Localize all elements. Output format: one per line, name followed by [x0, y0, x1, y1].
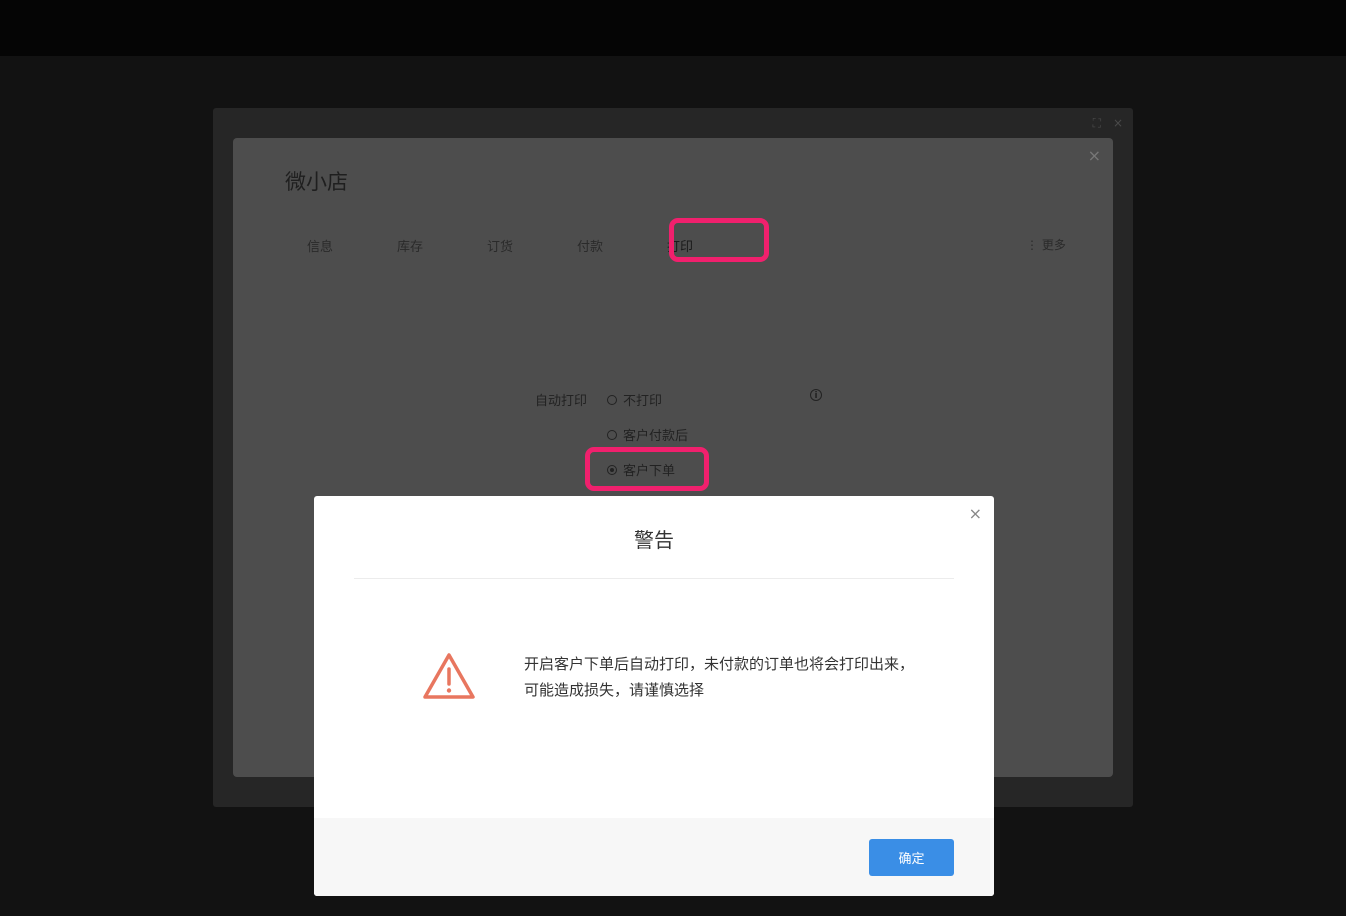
warning-close-icon[interactable]: ×: [969, 504, 982, 523]
divider: [354, 578, 954, 579]
store-title: 微小店: [285, 170, 348, 194]
radio-on-order-highlight: [585, 447, 709, 491]
radio-after-payment-label: 客户付款后: [623, 429, 689, 444]
radio-circle-icon: [607, 394, 617, 405]
maximize-icon[interactable]: ⛶: [1093, 116, 1101, 131]
warning-modal: × 警告 开启客户下单后自动打印，未付款的订单也将会打印出来，可能造成损失，请谨…: [314, 496, 994, 896]
settings-tabs: 信息 库存 订货 付款 打印 ⋮ 更多: [273, 218, 1073, 264]
auto-print-label: 自动打印: [535, 394, 588, 409]
warning-triangle-icon: [423, 653, 475, 699]
more-menu-button[interactable]: ⋮ 更多: [1026, 236, 1066, 253]
radio-after-payment[interactable]: 客户付款后: [607, 425, 688, 444]
outer-close-icon[interactable]: ×: [1113, 116, 1123, 130]
radio-circle-icon: [607, 429, 617, 440]
tab-ordering[interactable]: 订货: [455, 236, 545, 255]
radio-no-print-label: 不打印: [623, 394, 663, 409]
radio-no-print[interactable]: 不打印: [607, 390, 662, 409]
info-icon[interactable]: i: [810, 389, 822, 401]
tab-inventory[interactable]: 库存: [365, 236, 455, 255]
confirm-button[interactable]: 确定: [869, 839, 954, 876]
warning-message: 开启客户下单后自动打印，未付款的订单也将会打印出来，可能造成损失，请谨慎选择: [524, 655, 915, 699]
tab-print-highlight: [669, 218, 769, 262]
tab-payment[interactable]: 付款: [545, 236, 635, 255]
top-navigation-bar: [0, 0, 1346, 56]
tab-info[interactable]: 信息: [275, 236, 365, 255]
warning-title: 警告: [634, 528, 674, 552]
store-dialog-close-icon[interactable]: ×: [1088, 146, 1101, 165]
